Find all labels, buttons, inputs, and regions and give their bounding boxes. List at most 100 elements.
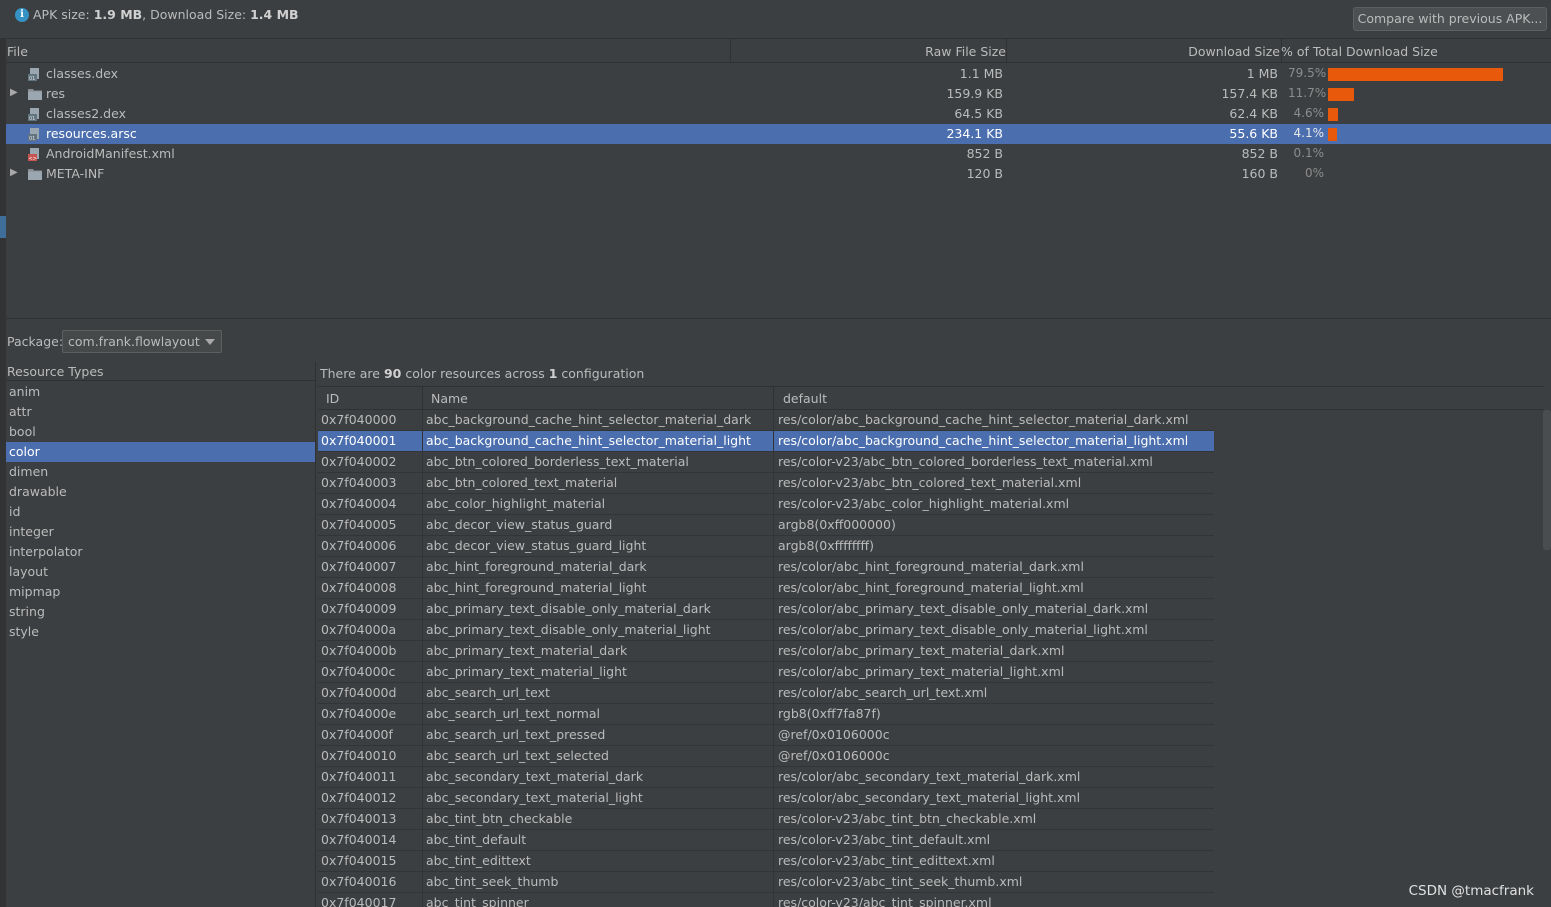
resource-row[interactable]: 0x7f040014 abc_tint_default res/color-v23/… xyxy=(318,830,1214,851)
column-divider[interactable] xyxy=(773,387,774,410)
file-row[interactable]: ▶ res 159.9 KB 157.4 KB 11.7% xyxy=(6,84,1551,104)
resource-row[interactable]: 0x7f040016 abc_tint_seek_thumb res/color-v… xyxy=(318,872,1214,893)
resource-row[interactable]: 0x7f040015 abc_tint_edittext res/color-v23… xyxy=(318,851,1214,872)
resource-id: 0x7f040013 xyxy=(321,811,397,826)
resource-row[interactable]: 0x7f040001 abc_background_cache_hint_sele… xyxy=(318,431,1214,452)
resource-row[interactable]: 0x7f04000a abc_primary_text_disable_only_… xyxy=(318,620,1214,641)
resource-name: abc_tint_seek_thumb xyxy=(426,874,559,889)
resource-type-label: integer xyxy=(9,524,54,539)
resource-default-value: res/color-v23/abc_btn_colored_text_mater… xyxy=(778,475,1082,490)
resources-table-header: ID Name default xyxy=(318,386,1544,410)
resource-type-item[interactable]: id xyxy=(6,502,315,522)
column-divider xyxy=(773,410,774,907)
resource-name: abc_btn_colored_text_material xyxy=(426,475,618,490)
resource-row[interactable]: 0x7f040012 abc_secondary_text_material_li… xyxy=(318,788,1214,809)
column-header-default[interactable]: default xyxy=(783,391,827,406)
file-row[interactable]: 01 classes2.dex 64.5 KB 62.4 KB 4.6% xyxy=(6,104,1551,124)
column-divider[interactable] xyxy=(730,39,731,63)
resource-name: abc_primary_text_material_light xyxy=(426,664,627,679)
resource-default-value: res/color/abc_search_url_text.xml xyxy=(778,685,988,700)
file-table-header: File Raw File Size Download Size % of To… xyxy=(6,38,1551,63)
resource-type-item[interactable]: string xyxy=(6,602,315,622)
download-size-value: 1.4 MB xyxy=(250,7,299,22)
resource-name: abc_tint_default xyxy=(426,832,527,847)
resource-type-label: string xyxy=(9,604,45,619)
resource-type-item[interactable]: drawable xyxy=(6,482,315,502)
resources-table-body: 0x7f040000 abc_background_cache_hint_sele… xyxy=(318,410,1214,907)
resource-default-value: res/color-v23/abc_btn_colored_borderless… xyxy=(778,454,1153,469)
xml-file-icon: <> xyxy=(28,148,41,162)
package-dropdown[interactable]: com.frank.flowlayout xyxy=(62,330,222,353)
file-row[interactable]: <> AndroidManifest.xml 852 B 852 B 0.1% xyxy=(6,144,1551,164)
resource-id: 0x7f04000f xyxy=(321,727,393,742)
resource-row[interactable]: 0x7f040013 abc_tint_btn_checkable res/colo… xyxy=(318,809,1214,830)
resource-type-label: attr xyxy=(9,404,32,419)
column-header-raw-file-size[interactable]: Raw File Size xyxy=(925,44,1006,59)
resource-row[interactable]: 0x7f040004 abc_color_highlight_material re… xyxy=(318,494,1214,515)
compare-with-previous-apk-button[interactable]: Compare with previous APK... xyxy=(1353,7,1547,31)
resource-type-item[interactable]: layout xyxy=(6,562,315,582)
resource-row[interactable]: 0x7f040006 abc_decor_view_status_guard_li… xyxy=(318,536,1214,557)
resource-row[interactable]: 0x7f04000e abc_search_url_text_normal rgb8… xyxy=(318,704,1214,725)
resource-id: 0x7f040010 xyxy=(321,748,397,763)
svg-text:01: 01 xyxy=(29,76,35,81)
resource-default-value: res/color/abc_hint_foreground_material_d… xyxy=(778,559,1084,574)
resource-row[interactable]: 0x7f04000c abc_primary_text_material_ligh… xyxy=(318,662,1214,683)
resource-default-value: res/color/abc_primary_text_disable_only_… xyxy=(778,601,1149,616)
resource-name: abc_search_url_text_pressed xyxy=(426,727,606,742)
resource-type-item[interactable]: bool xyxy=(6,422,315,442)
resource-type-item[interactable]: anim xyxy=(6,382,315,402)
resource-type-item[interactable]: attr xyxy=(6,402,315,422)
file-tree-table: 01 classes.dex 1.1 MB 1 MB 79.5% ▶ res 159.9 KB… xyxy=(6,63,1551,319)
resource-default-value: res/color-v23/abc_tint_spinner.xml xyxy=(778,895,992,907)
resource-type-item[interactable]: color xyxy=(6,442,315,462)
resource-id: 0x7f040001 xyxy=(321,433,397,448)
resource-name: abc_hint_foreground_material_light xyxy=(426,580,647,595)
file-name: res xyxy=(46,86,66,101)
file-row[interactable]: ▶ META-INF 120 B 160 B 0% xyxy=(6,164,1551,184)
column-header-id[interactable]: ID xyxy=(326,391,339,406)
column-divider[interactable] xyxy=(1006,39,1007,63)
resource-type-item[interactable]: interpolator xyxy=(6,542,315,562)
apk-size-label: APK size: xyxy=(33,7,90,22)
resource-row[interactable]: 0x7f04000f abc_search_url_text_pressed @re… xyxy=(318,725,1214,746)
summary-prefix: There are xyxy=(320,366,384,381)
resource-id: 0x7f040003 xyxy=(321,475,397,490)
dex-file-icon: 01 xyxy=(28,68,41,82)
resource-type-item[interactable]: mipmap xyxy=(6,582,315,602)
raw-file-size: 1.1 MB xyxy=(959,66,1003,81)
resource-row[interactable]: 0x7f040003 abc_btn_colored_text_material r… xyxy=(318,473,1214,494)
resource-default-value: res/color/abc_primary_text_material_dark… xyxy=(778,643,1065,658)
column-header-percent-total[interactable]: % of Total Download Size xyxy=(1281,44,1438,59)
resource-row[interactable]: 0x7f040005 abc_decor_view_status_guard arg… xyxy=(318,515,1214,536)
column-header-download-size[interactable]: Download Size xyxy=(1188,44,1280,59)
resource-type-item[interactable]: integer xyxy=(6,522,315,542)
resource-row[interactable]: 0x7f040002 abc_btn_colored_borderless_tex… xyxy=(318,452,1214,473)
column-divider[interactable] xyxy=(422,387,423,410)
column-header-file[interactable]: File xyxy=(7,44,28,59)
file-row[interactable]: 01 resources.arsc 234.1 KB 55.6 KB 4.1% xyxy=(6,124,1551,144)
resource-id: 0x7f04000b xyxy=(321,643,397,658)
resource-row[interactable]: 0x7f040017 abc_tint_spinner res/color-v23/… xyxy=(318,893,1214,907)
expand-arrow-icon[interactable]: ▶ xyxy=(10,87,18,98)
expand-arrow-icon[interactable]: ▶ xyxy=(10,167,18,178)
resource-default-value: @ref/0x0106000c xyxy=(778,748,890,763)
resource-row[interactable]: 0x7f040007 abc_hint_foreground_material_d… xyxy=(318,557,1214,578)
vertical-scrollbar[interactable] xyxy=(1543,410,1551,550)
resource-row[interactable]: 0x7f040008 abc_hint_foreground_material_l… xyxy=(318,578,1214,599)
resource-row[interactable]: 0x7f040011 abc_secondary_text_material_da… xyxy=(318,767,1214,788)
raw-file-size: 64.5 KB xyxy=(954,106,1003,121)
column-header-name[interactable]: Name xyxy=(431,391,468,406)
info-icon: i xyxy=(15,8,29,22)
resource-type-item[interactable]: dimen xyxy=(6,462,315,482)
resource-id: 0x7f040006 xyxy=(321,538,397,553)
resource-type-item[interactable]: style xyxy=(6,622,315,642)
file-row[interactable]: 01 classes.dex 1.1 MB 1 MB 79.5% xyxy=(6,64,1551,84)
resource-row[interactable]: 0x7f040010 abc_search_url_text_selected @r… xyxy=(318,746,1214,767)
percent-of-total: 4.6% xyxy=(1293,106,1325,120)
resource-row[interactable]: 0x7f04000d abc_search_url_text res/color/a… xyxy=(318,683,1214,704)
resource-row[interactable]: 0x7f040009 abc_primary_text_disable_only_… xyxy=(318,599,1214,620)
resource-row[interactable]: 0x7f04000b abc_primary_text_material_dark… xyxy=(318,641,1214,662)
package-dropdown-value: com.frank.flowlayout xyxy=(68,334,200,349)
resource-row[interactable]: 0x7f040000 abc_background_cache_hint_sele… xyxy=(318,410,1214,431)
